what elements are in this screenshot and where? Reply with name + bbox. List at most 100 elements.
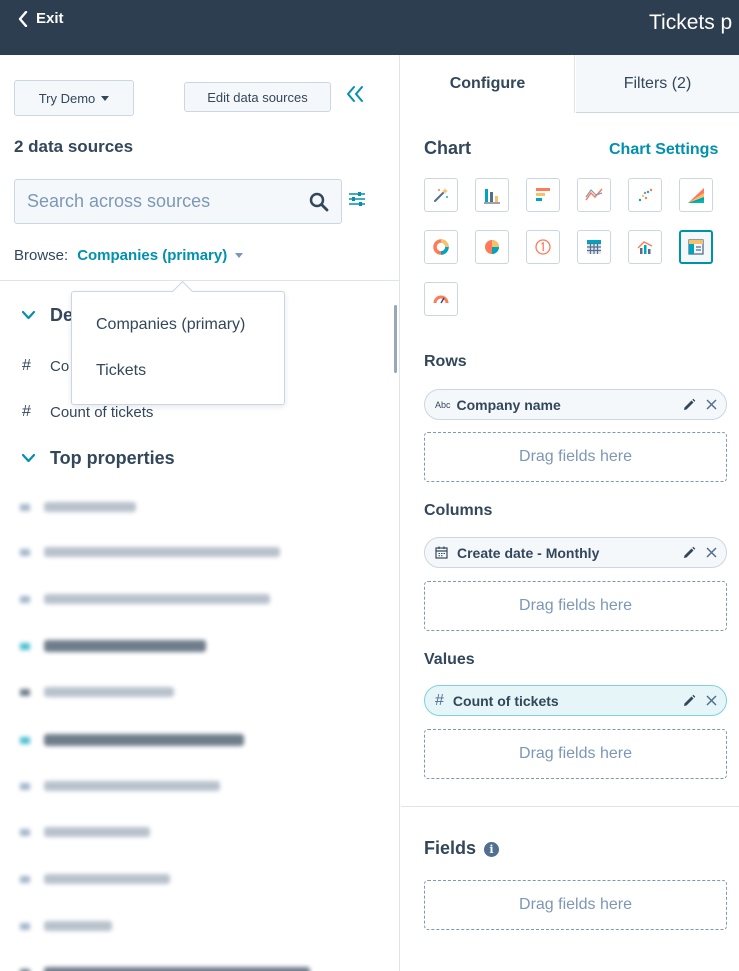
- rows-field-pill[interactable]: Abc Company name: [424, 389, 727, 420]
- blurred-property[interactable]: [20, 874, 170, 884]
- chart-type-pivot-table[interactable]: [679, 230, 713, 264]
- values-drop-zone[interactable]: Drag fields here: [424, 729, 727, 779]
- values-field-pill[interactable]: # Count of tickets: [424, 685, 727, 716]
- collapse-panel-icon[interactable]: [345, 85, 365, 107]
- property-item[interactable]: # Co: [22, 357, 69, 375]
- divider: [0, 280, 399, 281]
- magic-wand-icon: [434, 188, 448, 202]
- type-icon: [20, 922, 30, 930]
- try-demo-label: Try Demo: [38, 90, 96, 106]
- close-icon[interactable]: [706, 547, 717, 558]
- property-label: Co: [50, 357, 70, 375]
- calendar-icon: [435, 546, 448, 559]
- chart-type-gauge[interactable]: [424, 282, 458, 316]
- chart-type-magic-wand[interactable]: [424, 178, 458, 212]
- browse-dropdown[interactable]: Companies (primary): [77, 247, 227, 264]
- blurred-property[interactable]: [20, 502, 136, 512]
- blurred-property[interactable]: [20, 921, 112, 931]
- rows-drop-zone[interactable]: Drag fields here: [424, 432, 727, 482]
- blurred-label: [44, 967, 310, 971]
- edit-data-sources-button[interactable]: Edit data sources: [184, 82, 331, 112]
- number-type-icon: #: [435, 691, 444, 709]
- vertical-bar-chart-icon: [484, 189, 500, 204]
- blurred-label: [44, 502, 136, 512]
- chart-type-scatter[interactable]: [628, 178, 662, 212]
- blurred-group[interactable]: [20, 734, 244, 746]
- browse-selector: Browse: Companies (primary): [14, 247, 244, 264]
- gauge-chart-icon: [433, 295, 449, 304]
- table-chart-icon: [587, 240, 601, 254]
- filter-settings-icon[interactable]: [348, 191, 366, 207]
- blurred-group[interactable]: [20, 640, 206, 652]
- pencil-icon[interactable]: [682, 546, 696, 560]
- text-type-icon: Abc: [435, 399, 451, 410]
- chart-type-area[interactable]: [679, 178, 713, 212]
- chart-type-kpi[interactable]: [526, 230, 560, 264]
- chart-type-horizontal-bar[interactable]: [526, 178, 560, 212]
- search-input[interactable]: [27, 180, 297, 223]
- pie-chart-icon: [485, 240, 499, 254]
- close-icon[interactable]: [706, 399, 717, 410]
- blurred-label: [44, 640, 206, 652]
- info-icon[interactable]: i: [484, 842, 500, 857]
- page-title: Tickets p: [649, 11, 733, 34]
- columns-drop-zone[interactable]: Drag fields here: [424, 581, 727, 631]
- type-icon: [20, 782, 30, 790]
- blurred-property[interactable]: [20, 967, 310, 971]
- type-icon: [20, 736, 30, 744]
- configure-panel: Configure Filters (2) Chart Chart Settin…: [401, 55, 739, 971]
- data-sources-panel: Try Demo Edit data sources 2 data source…: [0, 55, 400, 971]
- browse-dropdown-menu: Companies (primary) Tickets: [71, 291, 285, 405]
- dropdown-option-companies[interactable]: Companies (primary): [96, 316, 245, 334]
- columns-heading: Columns: [424, 502, 493, 519]
- pencil-icon[interactable]: [682, 398, 696, 412]
- search-icon[interactable]: [309, 192, 329, 212]
- divider: [401, 806, 739, 807]
- tab-filters[interactable]: Filters (2): [576, 55, 739, 113]
- type-icon: [20, 828, 30, 836]
- blurred-property[interactable]: [20, 547, 280, 557]
- chart-type-table[interactable]: [577, 230, 611, 264]
- chart-type-line[interactable]: [577, 178, 611, 212]
- close-icon[interactable]: [706, 695, 717, 706]
- chart-settings-link[interactable]: Chart Settings: [609, 141, 718, 159]
- group-default[interactable]: De: [22, 305, 73, 326]
- number-type-icon: #: [22, 403, 31, 420]
- blurred-property[interactable]: [20, 781, 220, 791]
- tab-configure[interactable]: Configure: [401, 55, 575, 113]
- browse-label: Browse:: [14, 247, 69, 264]
- fields-drop-zone[interactable]: Drag fields here: [424, 880, 727, 930]
- group-top-properties[interactable]: Top properties: [22, 448, 175, 469]
- dropdown-option-tickets[interactable]: Tickets: [96, 362, 146, 380]
- chart-type-pie[interactable]: [475, 230, 509, 264]
- pivot-table-icon: [688, 239, 704, 255]
- blurred-label: [44, 594, 270, 604]
- values-heading: Values: [424, 651, 475, 668]
- property-count-of-tickets[interactable]: # Count of tickets: [22, 403, 153, 421]
- chevron-left-icon: [18, 10, 28, 27]
- chart-type-donut[interactable]: [424, 230, 458, 264]
- blurred-property[interactable]: [20, 594, 270, 604]
- property-label: Count of tickets: [50, 403, 154, 421]
- line-chart-icon: [585, 188, 603, 201]
- blurred-property[interactable]: [20, 687, 174, 697]
- blurred-property[interactable]: [20, 827, 150, 837]
- fields-heading: Fields: [424, 838, 477, 858]
- scrollbar-thumb[interactable]: [394, 305, 397, 373]
- fields-heading-row: Fields i: [424, 838, 500, 859]
- columns-field-pill[interactable]: Create date - Monthly: [424, 537, 727, 568]
- type-icon: [20, 548, 30, 556]
- chevron-down-icon: [22, 311, 35, 320]
- type-icon: [20, 503, 30, 511]
- exit-button[interactable]: Exit: [18, 10, 64, 27]
- try-demo-button[interactable]: Try Demo: [14, 80, 134, 116]
- group-label: De: [50, 305, 74, 325]
- group-label: Top properties: [50, 448, 175, 468]
- pencil-icon[interactable]: [682, 694, 696, 708]
- caret-down-icon[interactable]: [235, 253, 244, 258]
- blurred-label: [44, 547, 280, 557]
- type-icon: [20, 875, 30, 883]
- chart-type-vertical-bar[interactable]: [475, 178, 509, 212]
- chart-type-combination[interactable]: [628, 230, 662, 264]
- rows-heading: Rows: [424, 353, 467, 370]
